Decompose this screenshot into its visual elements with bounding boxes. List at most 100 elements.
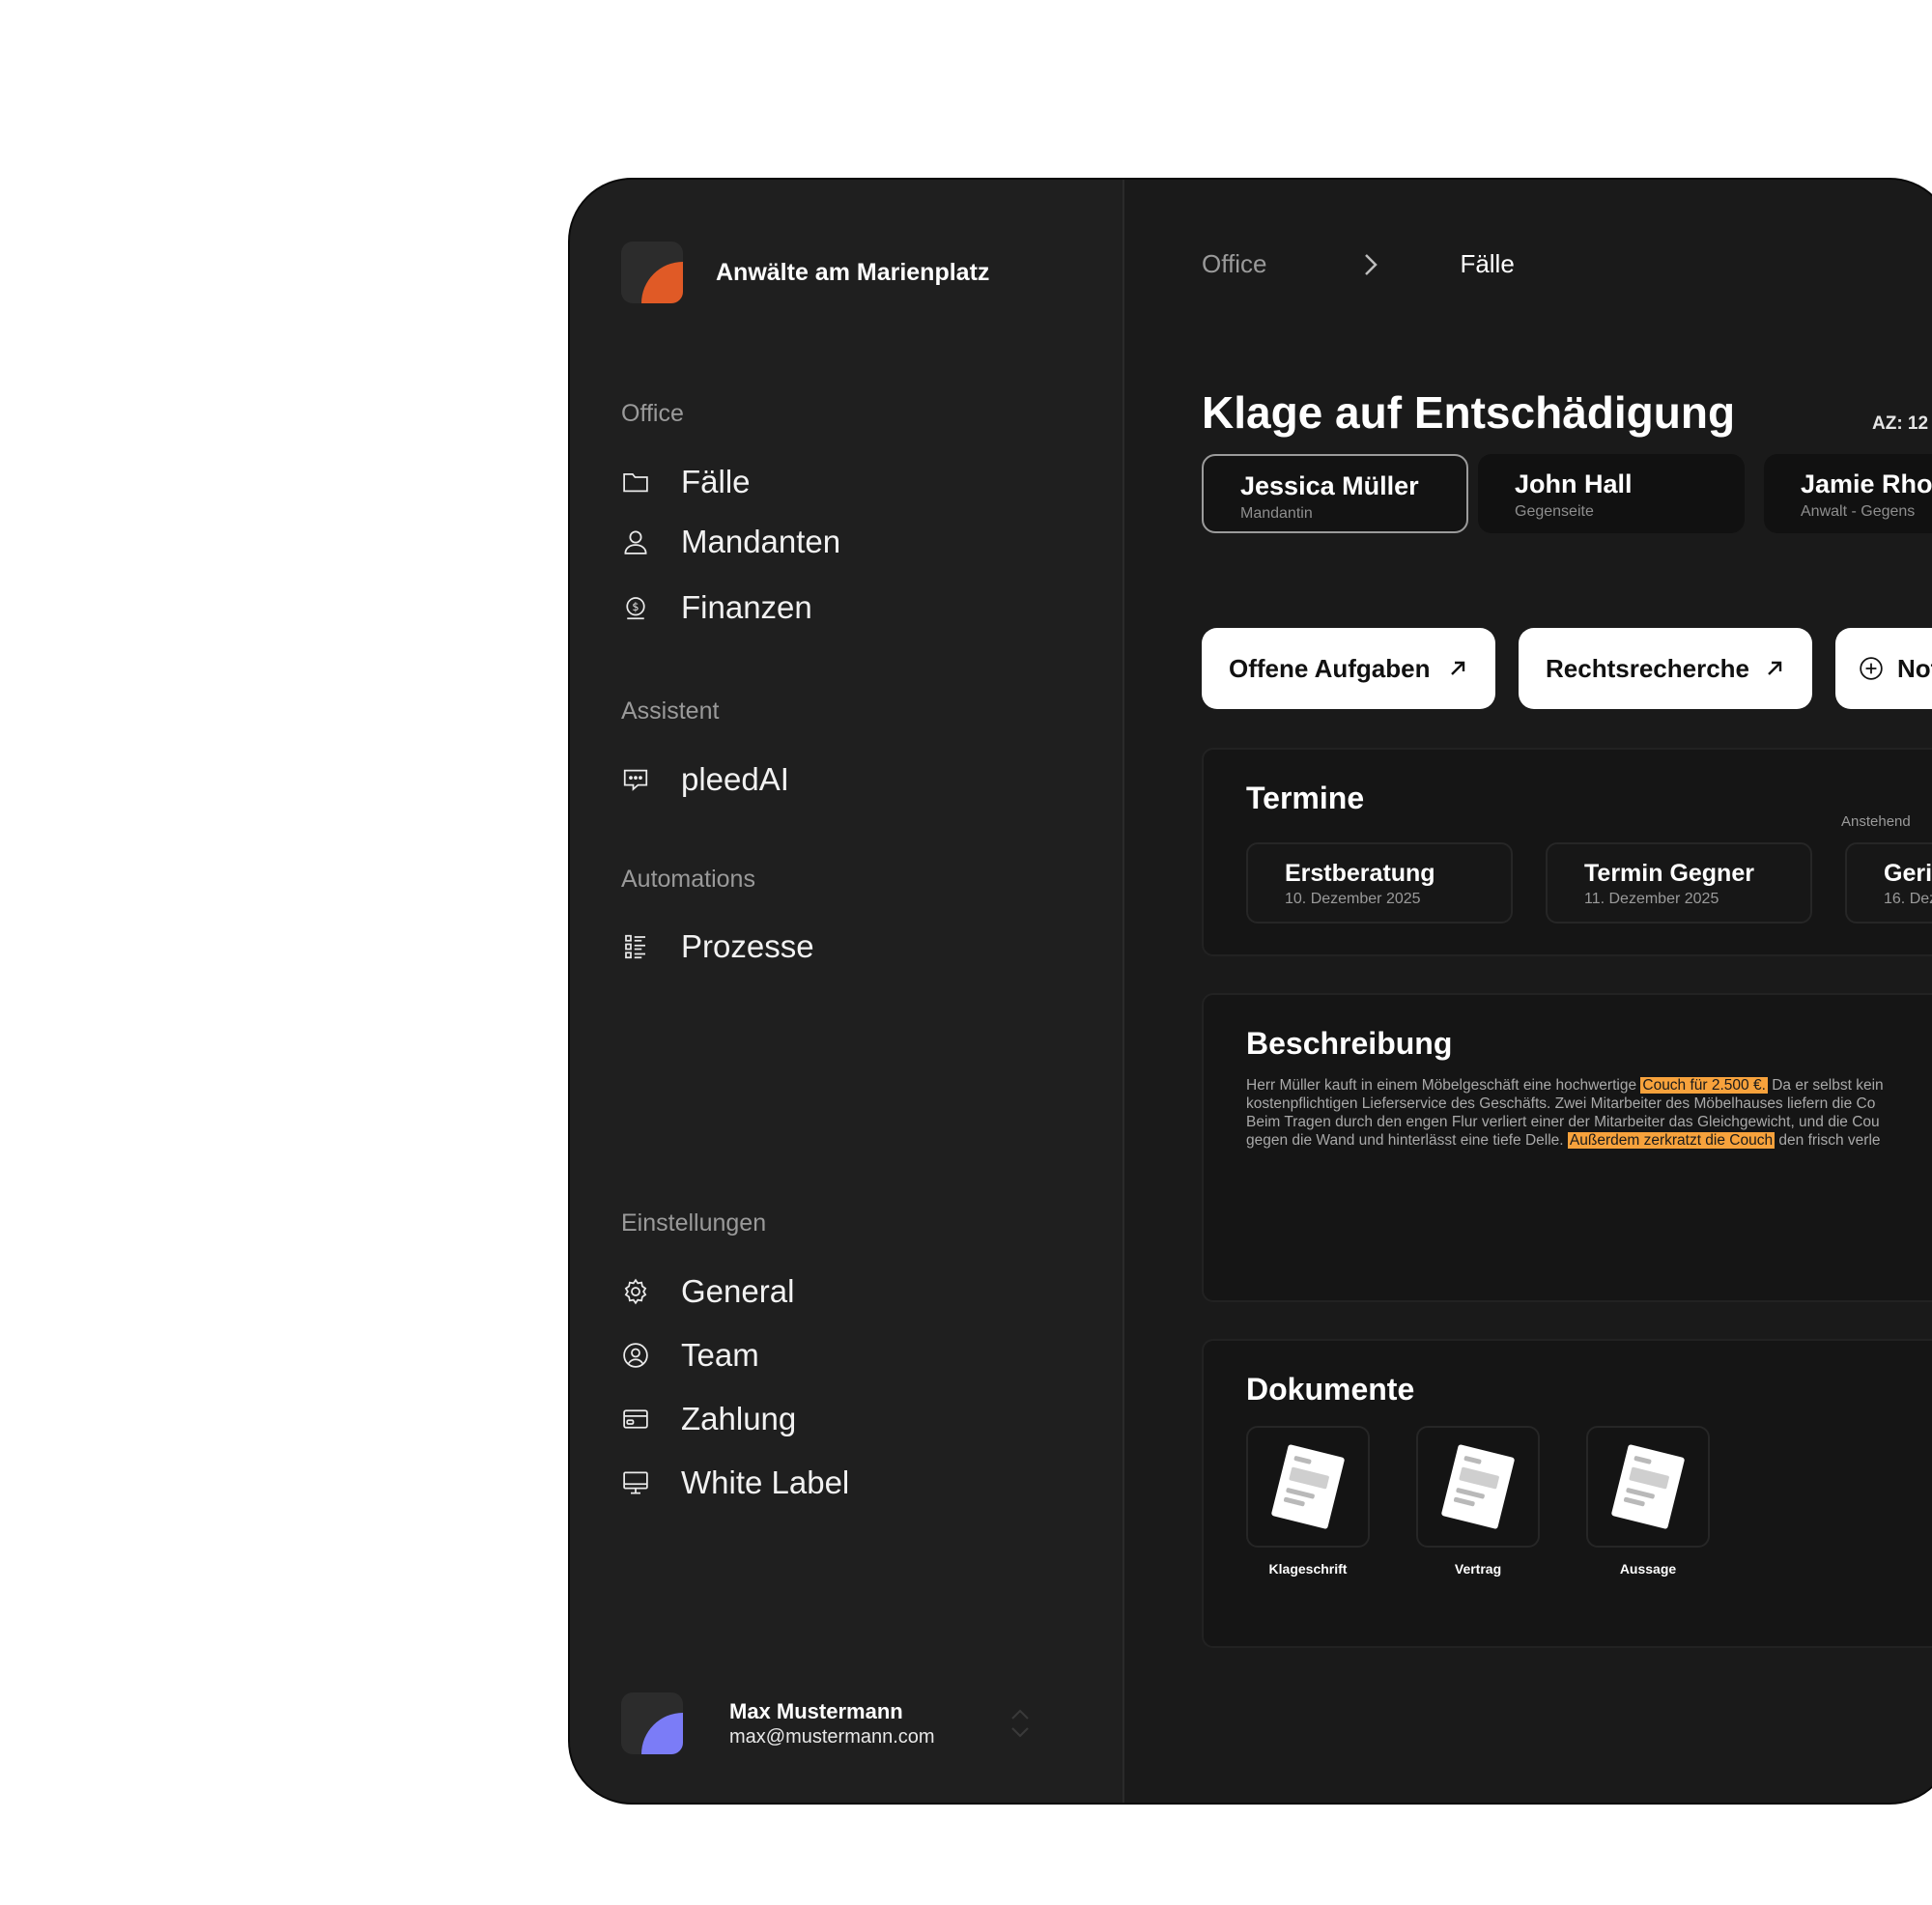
brand-logo — [621, 242, 683, 303]
breadcrumb-current: Fälle — [1460, 249, 1515, 278]
svg-text:$: $ — [632, 601, 639, 613]
description-text-part: Herr Müller kauft in einem Möbelgeschäft… — [1246, 1077, 1637, 1094]
description-line: Herr Müller kauft in einem Möbelgeschäft… — [1246, 1076, 1932, 1095]
appointment-item[interactable]: Geric 16. Dez — [1845, 842, 1932, 924]
sidebar-item-prozesse[interactable]: Prozesse — [621, 928, 814, 965]
user-email: max@mustermann.com — [729, 1725, 935, 1748]
appointments-title: Termine — [1246, 781, 1365, 815]
sidebar-item-zahlung[interactable]: Zahlung — [621, 1401, 796, 1437]
description-text: Herr Müller kauft in einem Möbelgeschäft… — [1246, 1076, 1932, 1150]
chevron-up-down-icon[interactable] — [1007, 1706, 1034, 1741]
party-name: Jessica Müller — [1240, 471, 1419, 500]
sidebar-item-label: General — [681, 1273, 795, 1309]
main-content: Office Fälle Klage auf Entschädigung AZ:… — [1124, 180, 1932, 1803]
appointment-name: Erstberatung — [1285, 860, 1435, 887]
sidebar-item-label: Prozesse — [681, 928, 814, 964]
sidebar-item-finanzen[interactable]: $ Finanzen — [621, 589, 812, 626]
chevron-right-icon — [1365, 253, 1378, 275]
party-role: Mandantin — [1240, 505, 1313, 522]
folder-icon — [621, 468, 650, 497]
brand[interactable]: Anwälte am Marienplatz — [621, 242, 989, 303]
user-circle-icon — [621, 1341, 650, 1370]
section-label-office: Office — [621, 400, 684, 427]
brand-name: Anwälte am Marienplatz — [716, 258, 990, 286]
app-window: Anwälte am Marienplatz Office Fälle Mand… — [568, 178, 1932, 1805]
document-item[interactable]: Klageschrift — [1246, 1426, 1370, 1577]
highlight: Außerdem zerkratzt die Couch — [1567, 1132, 1776, 1149]
description-title: Beschreibung — [1246, 1026, 1453, 1061]
breadcrumb: Office Fälle — [1202, 249, 1515, 279]
document-thumbnail — [1416, 1426, 1540, 1548]
open-tasks-button[interactable]: Offene Aufgaben — [1202, 628, 1495, 709]
party-chip[interactable]: Jessica Müller Mandantin — [1202, 454, 1468, 533]
document-name: Vertrag — [1454, 1561, 1502, 1577]
document-icon — [1270, 1443, 1346, 1530]
add-note-button[interactable]: Not — [1835, 628, 1932, 709]
party-role: Gegenseite — [1515, 503, 1594, 520]
chat-icon — [621, 765, 650, 794]
description-line: gegen die Wand und hinterlässt eine tief… — [1246, 1131, 1932, 1150]
appointment-item[interactable]: Erstberatung 10. Dezember 2025 — [1246, 842, 1513, 924]
document-icon — [1610, 1443, 1686, 1530]
legal-research-button[interactable]: Rechtsrecherche — [1519, 628, 1812, 709]
user-name: Max Mustermann — [729, 1698, 903, 1723]
description-text-part: Da er selbst kein — [1772, 1077, 1884, 1094]
appointments-card: Termine Anstehend Erstberatung 10. Dezem… — [1202, 748, 1932, 956]
sidebar-item-label: White Label — [681, 1464, 850, 1500]
document-name: Klageschrift — [1268, 1561, 1348, 1577]
sidebar-item-white-label[interactable]: White Label — [621, 1464, 849, 1501]
document-thumbnail — [1246, 1426, 1370, 1548]
sidebar-item-faelle[interactable]: Fälle — [621, 464, 751, 500]
party-name: John Hall — [1515, 469, 1633, 498]
document-name: Aussage — [1619, 1561, 1677, 1577]
sidebar-item-pleedai[interactable]: pleedAI — [621, 761, 789, 798]
documents-title: Dokumente — [1246, 1372, 1415, 1407]
page-title: Klage auf Entschädigung — [1202, 387, 1736, 438]
section-label-assistant: Assistent — [621, 697, 720, 725]
case-number: AZ: 12 — [1872, 413, 1929, 434]
user-profile[interactable]: Max Mustermann max@mustermann.com — [621, 1692, 1034, 1754]
appointment-date: 11. Dezember 2025 — [1584, 891, 1719, 907]
document-item[interactable]: Aussage — [1586, 1426, 1710, 1577]
appointment-date: 10. Dezember 2025 — [1285, 891, 1421, 907]
upcoming-label: Anstehend — [1841, 813, 1911, 830]
list-icon — [621, 932, 650, 961]
appointment-name: Geric — [1884, 860, 1932, 887]
user-icon — [621, 527, 650, 556]
sidebar-item-label: pleedAI — [681, 761, 789, 797]
section-label-settings: Einstellungen — [621, 1209, 767, 1237]
party-role: Anwalt - Gegens — [1801, 503, 1916, 520]
coin-icon: $ — [621, 593, 650, 622]
appointment-name: Termin Gegner — [1584, 860, 1754, 887]
add-note-label: Not — [1897, 653, 1932, 683]
sidebar-item-label: Team — [681, 1337, 759, 1373]
sidebar-item-general[interactable]: General — [621, 1273, 794, 1310]
monitor-icon — [621, 1468, 650, 1497]
document-icon — [1440, 1443, 1516, 1530]
description-line: kostenpflichtigen Lieferservice des Gesc… — [1246, 1095, 1876, 1112]
sidebar-item-label: Fälle — [681, 464, 751, 499]
documents-card: Dokumente Klageschrift Vertrag Aussage — [1202, 1339, 1932, 1648]
description-text-part: gegen die Wand und hinterlässt eine tief… — [1246, 1132, 1564, 1149]
arrow-up-right-icon — [1451, 661, 1465, 675]
sidebar-item-team[interactable]: Team — [621, 1337, 759, 1374]
party-name: Jamie Rho — [1801, 469, 1932, 498]
appointment-date: 16. Dez — [1884, 891, 1932, 907]
appointment-item[interactable]: Termin Gegner 11. Dezember 2025 — [1546, 842, 1812, 924]
arrow-up-right-icon — [1768, 661, 1782, 675]
document-item[interactable]: Vertrag — [1416, 1426, 1540, 1577]
document-thumbnail — [1586, 1426, 1710, 1548]
credit-card-icon — [621, 1405, 650, 1434]
breadcrumb-office[interactable]: Office — [1202, 249, 1266, 279]
party-chip[interactable]: Jamie Rho Anwalt - Gegens — [1764, 454, 1932, 533]
sidebar: Anwälte am Marienplatz Office Fälle Mand… — [570, 180, 1124, 1803]
section-label-automations: Automations — [621, 866, 755, 893]
description-text-part: den frisch verle — [1778, 1132, 1881, 1149]
gear-icon — [621, 1277, 650, 1306]
party-chip[interactable]: John Hall Gegenseite — [1478, 454, 1745, 533]
user-info: Max Mustermann max@mustermann.com — [729, 1699, 935, 1749]
sidebar-item-label: Finanzen — [681, 589, 812, 625]
description-line: Beim Tragen durch den engen Flur verlier… — [1246, 1114, 1880, 1130]
sidebar-item-mandanten[interactable]: Mandanten — [621, 524, 840, 560]
sidebar-item-label: Mandanten — [681, 524, 841, 559]
